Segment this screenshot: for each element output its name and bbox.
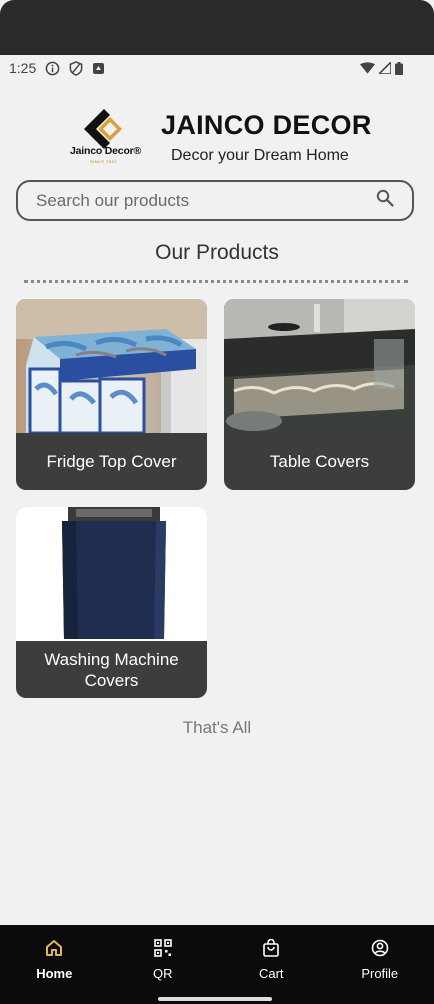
product-card-table-covers[interactable]: Table Covers [224,299,415,490]
home-indicator[interactable] [158,997,272,1001]
product-card-washing-machine-covers[interactable]: Washing Machine Covers [16,507,207,698]
wifi-icon [360,62,375,74]
status-time: 1:25 [9,60,37,76]
logo-subtext: SINCE 2007 [90,159,118,164]
home-icon [45,939,63,960]
product-label: Washing Machine Covers [44,649,179,690]
bottom-navigation: Home QR Cart Profile [0,925,434,1004]
nav-item-cart[interactable]: Cart [217,925,326,1004]
brand-header: Jainco Decor® SINCE 2007 JAINCO DECOR De… [68,105,378,170]
search-bar[interactable] [16,180,414,221]
search-icon[interactable] [376,189,394,212]
brand-title: JAINCO DECOR [161,110,372,140]
product-card-fridge-top-cover[interactable]: Fridge Top Cover [16,299,207,490]
shopping-bag-icon [262,938,280,960]
nav-item-profile[interactable]: Profile [326,925,434,1004]
nav-item-qr[interactable]: QR [109,925,218,1004]
brand-logo: Jainco Decor® SINCE 2007 [68,105,156,170]
end-of-list-text: That's All [182,718,252,737]
nav-label-qr: QR [153,966,173,981]
profile-icon [371,939,389,960]
product-label: Fridge Top Cover [46,452,177,471]
logo-wordmark: Jainco Decor® [70,145,142,157]
search-input[interactable] [36,190,376,211]
product-image-fridge-top-cover [16,299,207,433]
product-label: Table Covers [269,452,370,471]
nav-item-home[interactable]: Home [0,925,109,1004]
status-bar: 1:25 [0,55,434,81]
nav-label-home: Home [36,966,73,981]
section-title: Our Products [155,241,279,264]
section-divider [24,280,408,283]
brand-tagline: Decor your Dream Home [171,147,349,164]
nav-label-cart: Cart [258,966,284,981]
nav-label-profile: Profile [361,966,399,981]
device-top-bezel [0,0,434,55]
qr-code-icon [153,939,172,960]
product-image-table-covers [224,299,415,433]
shield-icon [69,60,83,76]
battery-icon [395,61,403,75]
info-icon [45,61,60,76]
product-image-washing-machine-covers [16,507,207,641]
notification-icon [92,62,105,75]
signal-icon [379,62,391,74]
